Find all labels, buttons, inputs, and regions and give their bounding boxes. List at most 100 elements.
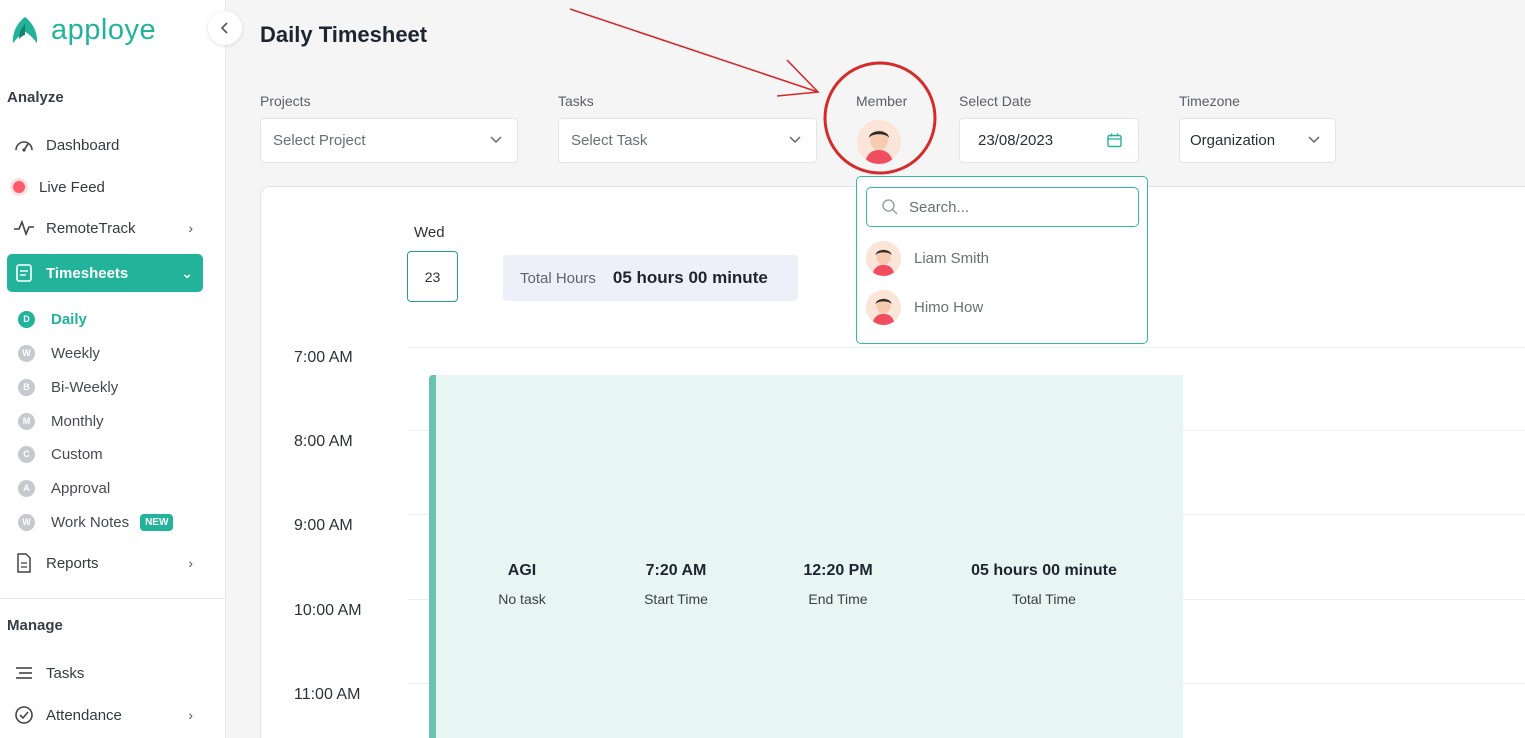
search-placeholder: Search...: [909, 198, 970, 216]
sidebar-item-attendance[interactable]: Attendance ›: [7, 696, 203, 734]
annotation-arrowhead: [776, 59, 820, 97]
logo-text: apploye: [51, 14, 157, 46]
subitem-label: Daily: [51, 310, 87, 328]
entry-total-label: Total Time: [1012, 591, 1076, 607]
live-dot-icon: [13, 181, 25, 193]
sidebar-item-live-feed[interactable]: Live Feed: [7, 168, 203, 206]
entry-start-label: Start Time: [644, 591, 708, 607]
task-select[interactable]: Select Task: [558, 118, 817, 163]
chevron-left-icon: [220, 22, 228, 34]
member-dropdown: Search... Liam Smith Himo How: [856, 176, 1148, 344]
sidebar-subitem-approval[interactable]: A Approval: [18, 476, 110, 500]
sidebar-subitem-daily[interactable]: D Daily: [18, 307, 87, 331]
sidebar-subitem-bi-weekly[interactable]: B Bi-Weekly: [18, 375, 118, 399]
letter-badge: M: [18, 412, 35, 430]
subitem-label: Work Notes: [51, 513, 130, 531]
subitem-label: Weekly: [51, 344, 100, 362]
sidebar-divider: [0, 598, 225, 599]
member-avatar-button[interactable]: [857, 120, 901, 164]
projects-label: Projects: [260, 93, 311, 109]
member-name: Liam Smith: [914, 249, 990, 267]
member-name: Himo How: [914, 298, 984, 316]
hour-label: 10:00 AM: [294, 602, 362, 619]
clock-check-icon: [12, 705, 36, 725]
letter-badge: A: [18, 479, 35, 497]
sidebar-subitem-monthly[interactable]: M Monthly: [18, 409, 104, 433]
letter-badge: W: [18, 344, 35, 362]
total-hours-value: 05 hours 00 minute: [612, 268, 768, 287]
chevron-down-icon: [1308, 136, 1320, 144]
pulse-icon: [12, 220, 36, 236]
entry-task: No task: [498, 591, 546, 607]
project-select[interactable]: Select Project: [260, 118, 518, 163]
avatar-icon: [866, 289, 901, 325]
letter-badge: W: [18, 513, 35, 531]
report-icon: [12, 553, 36, 573]
search-icon: [882, 199, 898, 215]
section-manage: Manage: [7, 617, 63, 634]
sidebar-item-label: Attendance: [46, 706, 122, 724]
sidebar-item-label: Tasks: [46, 664, 85, 682]
speedometer-icon: [12, 136, 36, 154]
sidebar-item-label: Timesheets: [46, 264, 129, 282]
sidebar-item-label: Live Feed: [39, 178, 105, 196]
chevron-down-icon: [789, 136, 801, 144]
entry-end-label: End Time: [808, 591, 868, 607]
letter-badge: B: [18, 378, 35, 396]
member-option[interactable]: Himo How: [866, 289, 983, 325]
hour-label: 11:00 AM: [294, 686, 361, 703]
member-search-input[interactable]: Search...: [866, 187, 1139, 227]
entry-start-column: 7:20 AM Start Time: [626, 562, 726, 607]
collapse-sidebar-button[interactable]: [208, 11, 242, 45]
project-select-value: Select Project: [273, 132, 366, 149]
sidebar-item-remotetrack[interactable]: RemoteTrack ›: [7, 209, 203, 247]
sidebar-item-dashboard[interactable]: Dashboard: [7, 126, 203, 164]
avatar: [866, 289, 901, 325]
timezone-label: Timezone: [1179, 93, 1240, 109]
hour-label: 8:00 AM: [294, 433, 353, 450]
chevron-down-icon: [490, 136, 502, 144]
tasks-label: Tasks: [558, 93, 594, 109]
total-hours-label: Total Hours: [520, 269, 596, 287]
annotation-arrow-line: [569, 8, 819, 93]
hour-label: 9:00 AM: [294, 517, 353, 534]
calendar-icon: [1107, 133, 1122, 148]
timezone-select[interactable]: Organization: [1179, 118, 1336, 163]
chevron-right-icon: ›: [188, 555, 193, 571]
day-number: 23: [424, 268, 441, 285]
time-entry-block[interactable]: [429, 375, 1183, 738]
sidebar-subitem-weekly[interactable]: W Weekly: [18, 341, 100, 365]
member-option[interactable]: Liam Smith: [866, 240, 989, 276]
entry-project: AGI: [507, 562, 537, 579]
sidebar-item-timesheets[interactable]: Timesheets ⌄: [7, 254, 203, 292]
date-picker[interactable]: 23/08/2023: [959, 118, 1139, 163]
chevron-down-icon: ⌄: [181, 264, 193, 281]
avatar-icon: [866, 240, 901, 276]
letter-badge: D: [18, 310, 35, 328]
timezone-select-value: Organization: [1190, 132, 1276, 149]
subitem-label: Monthly: [51, 412, 104, 430]
letter-badge: C: [18, 445, 35, 463]
apploye-logo[interactable]: apploye: [9, 14, 156, 47]
sidebar-item-label: Dashboard: [46, 136, 120, 154]
day-number-box[interactable]: 23: [407, 251, 458, 302]
sidebar: apploye Analyze Dashboard Live Feed Remo…: [0, 0, 226, 738]
entry-end-time: 12:20 PM: [803, 562, 873, 579]
avatar-icon: [857, 120, 901, 164]
sidebar-item-reports[interactable]: Reports ›: [7, 544, 203, 582]
select-date-label: Select Date: [959, 93, 1032, 109]
new-badge: NEW: [140, 513, 174, 531]
sidebar-subitem-custom[interactable]: C Custom: [18, 442, 103, 466]
entry-start-time: 7:20 AM: [645, 562, 707, 579]
subitem-label: Custom: [51, 445, 103, 463]
sidebar-item-tasks[interactable]: Tasks: [7, 654, 203, 692]
chevron-right-icon: ›: [188, 707, 193, 723]
avatar: [866, 240, 901, 276]
entry-project-column: AGI No task: [482, 562, 562, 607]
subitem-label: Approval: [51, 479, 111, 497]
day-name: Wed: [414, 224, 445, 241]
page-title: Daily Timesheet: [260, 22, 428, 47]
sidebar-subitem-work-notes[interactable]: W Work Notes NEW: [18, 510, 174, 534]
entry-total-column: 05 hours 00 minute Total Time: [954, 562, 1134, 607]
hour-label: 7:00 AM: [294, 349, 353, 366]
